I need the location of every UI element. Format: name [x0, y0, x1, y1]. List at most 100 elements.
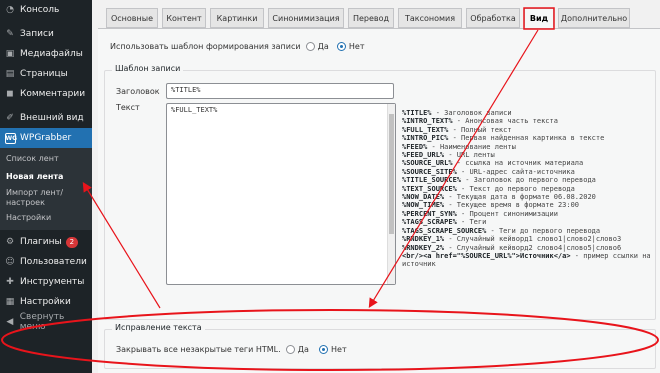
collapse-icon: ◀: [6, 317, 14, 327]
tab-taxonomy[interactable]: Таксономия: [398, 8, 462, 28]
tab-additional[interactable]: Дополнительно: [558, 8, 630, 28]
users-icon: ☺: [5, 257, 15, 267]
menu-item-label: WPGrabber: [20, 133, 72, 143]
help-description: - Теги до первого перевода: [486, 226, 601, 235]
update-count-badge: 2: [65, 236, 79, 248]
menu-item-comments[interactable]: ◼ Комментарии: [0, 84, 92, 104]
submenu-item-new-feed[interactable]: Новая лента: [6, 172, 90, 182]
help-description: - Текст до первого перевода: [456, 184, 575, 193]
help-tag: %SOURCE_URL%: [402, 159, 453, 168]
help-row: %FEED% - Наименование ленты: [402, 143, 660, 151]
text-field-label: Текст: [116, 103, 140, 112]
help-row: %NOW_DATE% - Текущая дата в формате 06.0…: [402, 193, 660, 201]
help-tag: %FULL_TEXT%: [402, 125, 449, 134]
menu-item-posts[interactable]: ✎ Записи: [0, 24, 92, 44]
menu-item-label: Настройки: [20, 297, 71, 307]
help-row: %FEED_URL% - URL ленты: [402, 151, 660, 159]
tab-synonymization[interactable]: Синонимизация: [268, 8, 344, 28]
help-tag: %NOW_TIME%: [402, 201, 445, 210]
media-icon: ▣: [5, 49, 15, 59]
help-row: %INTRO_PIC% - Первая найденная картинка …: [402, 134, 660, 142]
text-fix-legend: Исправление текста: [112, 323, 205, 332]
menu-item-users[interactable]: ☺ Пользователи: [0, 252, 92, 272]
help-description: - Анонсовая часть текста: [452, 117, 558, 126]
help-description: - URL-адрес сайта-источника: [456, 167, 575, 176]
template-option-row: Использовать шаблон формирования записи …: [110, 42, 365, 51]
help-tag: %TITLE%: [402, 109, 432, 117]
menu-item-wpgrabber[interactable]: WG WPGrabber: [0, 128, 92, 148]
menu-item-label: Внешний вид: [20, 113, 84, 123]
tools-icon: ✚: [6, 277, 14, 287]
textarea-scrollbar[interactable]: [387, 104, 395, 284]
submenu-item-import[interactable]: Импорт лент/ настроек: [6, 188, 90, 208]
close-tags-yes-label: Да: [297, 345, 309, 354]
help-tag: %FEED%: [402, 142, 428, 151]
close-tags-yes-radio[interactable]: [286, 345, 296, 354]
help-tag: %NOW_DATE%: [402, 193, 445, 202]
tab-view[interactable]: Вид: [524, 8, 554, 28]
tab-translation[interactable]: Перевод: [348, 8, 394, 28]
menu-item-console[interactable]: ◔ Консоль: [0, 0, 92, 20]
title-template-input[interactable]: %TITLE%: [166, 83, 394, 99]
submenu-item-feed-list[interactable]: Список лент: [6, 154, 90, 164]
help-tag: %TAGS_SCRAPE%: [402, 218, 457, 227]
template-yes-radio[interactable]: [306, 42, 316, 51]
help-row: %SOURCE_SITE% - URL-адрес сайта-источник…: [402, 168, 660, 176]
page-icon: ▤: [5, 69, 15, 79]
help-row: <br/><a href="%SOURCE_URL%">Источник</a>…: [402, 252, 660, 260]
tab-main[interactable]: Основные: [106, 8, 158, 28]
help-row: %FULL_TEXT% - Полный текст: [402, 126, 660, 134]
help-description: - Случайный кейворд2 слово4|слово5|слово…: [444, 243, 622, 252]
help-tag: <br/><a href="%SOURCE_URL%">Источник</a>: [402, 251, 571, 260]
menu-item-label: Свернуть меню: [19, 312, 65, 332]
menu-item-label: Страницы: [20, 69, 68, 79]
tab-images[interactable]: Картинки: [210, 8, 264, 28]
help-row: %NOW_TIME% - Текущее время в формате 23:…: [402, 201, 660, 209]
menu-item-tools[interactable]: ✚ Инструменты: [0, 272, 92, 292]
wpgrabber-submenu: Список лент Новая лента Импорт лент/ нас…: [0, 148, 92, 230]
menu-item-settings[interactable]: ▦ Настройки: [0, 292, 92, 312]
template-option-label: Использовать шаблон формирования записи: [110, 42, 301, 51]
menu-item-appearance[interactable]: ✐ Внешний вид: [0, 108, 92, 128]
help-description: - Теги: [456, 218, 487, 227]
close-tags-no-radio[interactable]: [319, 345, 329, 354]
scrollbar-thumb[interactable]: [389, 114, 394, 234]
menu-item-label: Комментарии: [20, 89, 86, 99]
template-yes-label: Да: [317, 42, 329, 51]
help-description: - Случайный кейворд1 слово1|слово2|слово…: [444, 235, 622, 244]
template-legend: Шаблон записи: [112, 64, 184, 73]
menu-item-plugins[interactable]: ⚙ Плагины 2: [0, 232, 92, 252]
collapse-menu-button[interactable]: ◀ Свернуть меню: [0, 312, 92, 332]
help-description: источник: [402, 260, 436, 269]
template-tags-help: %TITLE% - Заголовок записи %INTRO_TEXT% -…: [402, 109, 660, 269]
tab-content[interactable]: Контент: [162, 8, 206, 28]
help-description: - Заголовок до первого перевода: [461, 176, 596, 185]
pushpin-icon: ✎: [6, 29, 14, 39]
help-row: %RNDKEY_2% - Случайный кейворд2 слово4|с…: [402, 244, 660, 252]
tab-processing[interactable]: Обработка: [466, 8, 520, 28]
submenu-item-settings[interactable]: Настройки: [6, 213, 90, 223]
help-tag: %RNDKEY_1%: [402, 235, 445, 244]
help-row: %TEXT_SOURCE% - Текст до первого перевод…: [402, 185, 660, 193]
template-no-radio[interactable]: [337, 42, 347, 51]
help-description: - ссылка на источник материала: [452, 159, 584, 168]
help-description: - URL ленты: [444, 151, 495, 160]
help-tag: %SOURCE_SITE%: [402, 167, 457, 176]
menu-item-label: Инструменты: [20, 277, 85, 287]
wpgrabber-icon: WG: [4, 132, 18, 144]
help-description: - пример ссылки на: [570, 251, 651, 260]
help-row: %PERCENT_SYN% - Процент синонимизации: [402, 210, 660, 218]
help-description: - Наименование ленты: [427, 142, 516, 151]
help-tag: %FEED_URL%: [402, 151, 445, 160]
menu-item-label: Пользователи: [20, 257, 87, 267]
menu-item-label: Плагины: [20, 237, 62, 247]
admin-sidebar: ◔ Консоль ✎ Записи ▣ Медиафайлы ▤ Страни…: [0, 0, 92, 373]
help-description: - Текущая дата в формате 06.08.2020: [444, 193, 596, 202]
help-row: %TAGS_SCRAPE_SOURCE% - Теги до первого п…: [402, 227, 660, 235]
text-template-textarea[interactable]: %FULL_TEXT%: [166, 103, 396, 285]
menu-item-pages[interactable]: ▤ Страницы: [0, 64, 92, 84]
menu-item-label: Записи: [20, 29, 54, 39]
title-field-label: Заголовок: [116, 87, 160, 96]
help-tag: %RNDKEY_2%: [402, 243, 445, 252]
menu-item-media[interactable]: ▣ Медиафайлы: [0, 44, 92, 64]
